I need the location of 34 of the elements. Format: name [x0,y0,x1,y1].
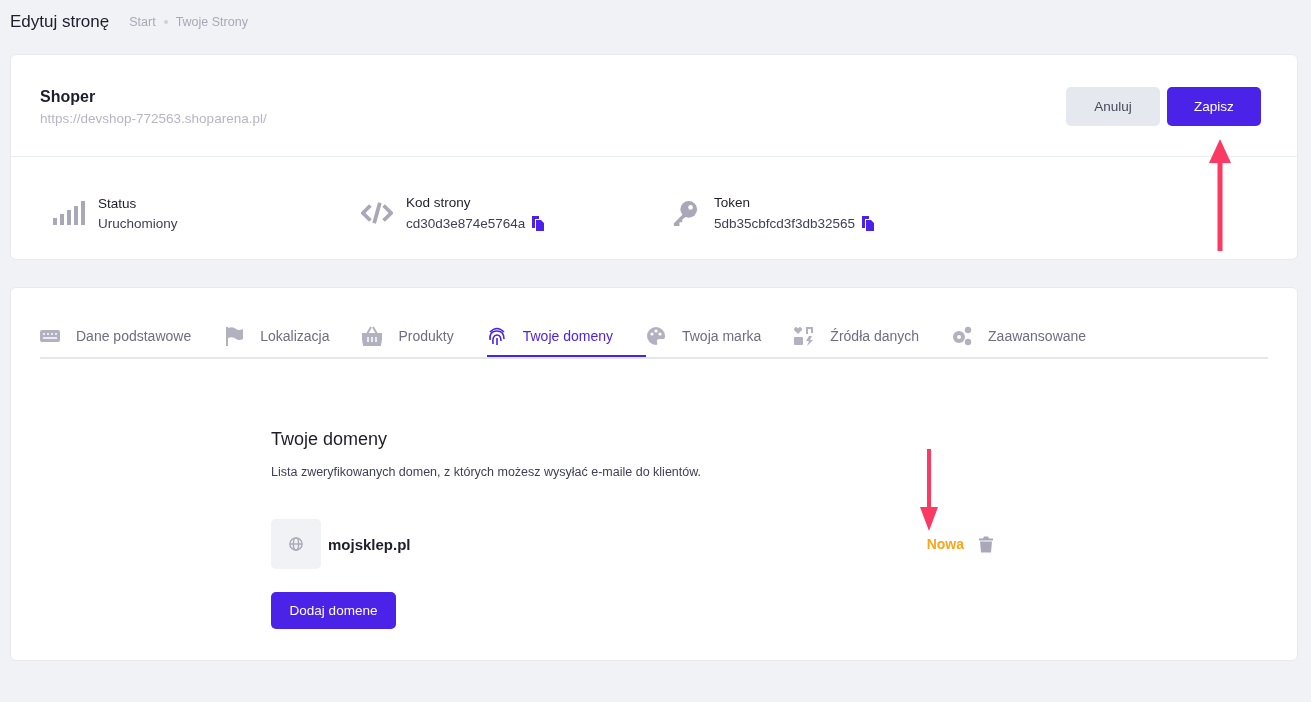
info-label: Status [98,195,138,211]
page-title: Edytuj stronę [10,12,110,32]
add-domain-button[interactable]: Dodaj domene [271,592,396,629]
info-value: cd30d3e874e5764a [406,215,526,231]
flag-icon [224,325,245,346]
fingerprint-icon [486,325,507,346]
globe-icon [289,537,303,551]
domain-name: mojsklep.pl [328,535,412,553]
settings-icon [952,325,973,346]
signal-bars-icon [53,200,85,226]
info-value: Uruchomiony [98,215,178,231]
copy-icon[interactable] [531,215,546,231]
info-label: Kod strony [406,195,472,210]
tab[interactable]: Zaawansowane [952,316,1120,357]
section-description: Lista zweryfikowanych domen, z których możesz wysyłać e-maile do klientów. [271,465,702,479]
site-url: https://devshop-772563.shoparena.pl/ [40,110,268,126]
info-value: 5db35cbfcd3f3db32565 [714,215,856,231]
media-icon [794,325,815,346]
domain-status: Nowa [926,536,964,552]
tab[interactable]: Twoja marka [646,316,795,357]
code-icon [361,200,393,226]
info-label: Token [714,195,752,210]
basket-icon [362,325,383,346]
tab[interactable]: Źródła danych [794,316,953,357]
cancel-button[interactable]: Anuluj [1066,87,1160,126]
tab[interactable]: Dane podstawowe [40,316,225,357]
section-title: Twoje domeny [271,429,388,450]
tab[interactable]: Twoje domeny [486,316,646,357]
save-button[interactable]: Zapisz [1167,87,1261,126]
tab[interactable]: Lokalizacja [224,316,363,357]
copy-icon[interactable] [861,215,876,231]
palette-icon [646,325,666,346]
site-name: Shoper [40,87,97,106]
tab[interactable]: Produkty [362,316,487,357]
